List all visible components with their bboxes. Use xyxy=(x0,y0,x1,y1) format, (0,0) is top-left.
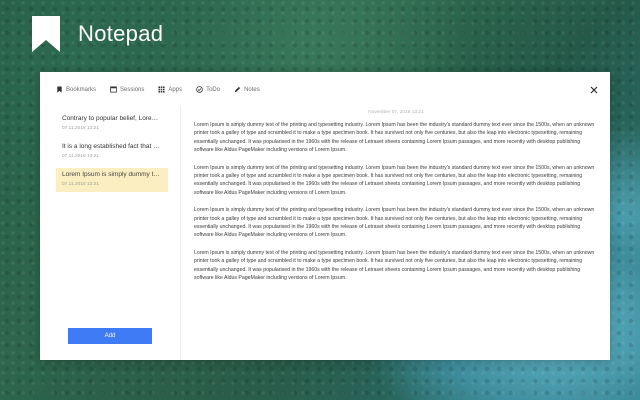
note-title: Lorem Ipsum is simply dummy text of the … xyxy=(62,171,162,178)
nav-notes[interactable]: Notes xyxy=(234,86,260,93)
close-button[interactable] xyxy=(590,86,600,96)
note-timestamp: November 07, 2018 13:21 xyxy=(368,110,424,115)
top-nav: Bookmarks Sessions Apps ToDo Notes xyxy=(56,86,274,93)
note-item-active[interactable]: Lorem Ipsum is simply dummy text of the … xyxy=(56,168,168,192)
nav-label: Bookmarks xyxy=(66,86,97,93)
note-paragraph: Lorem Ipsum is simply dummy text of the … xyxy=(194,164,595,196)
notepad-window: Bookmarks Sessions Apps ToDo Notes Contr… xyxy=(40,72,610,360)
note-paragraph: Lorem Ipsum is simply dummy text of the … xyxy=(194,249,595,282)
note-editor[interactable]: November 07, 2018 13:21 Lorem Ipsum is s… xyxy=(194,110,598,350)
note-item[interactable]: Contrary to popular belief, Lorem Ipsum … xyxy=(56,112,168,136)
note-title: Contrary to popular belief, Lorem Ipsum … xyxy=(62,115,162,122)
nav-label: Apps xyxy=(168,86,183,93)
nav-label: ToDo xyxy=(206,86,221,93)
note-date: 07.11.2018 13:21 xyxy=(62,126,99,131)
nav-bookmarks[interactable]: Bookmarks xyxy=(56,86,96,93)
note-date: 07.11.2018 13:21 xyxy=(62,154,99,159)
check-circle-icon xyxy=(196,86,203,93)
nav-label: Notes xyxy=(244,86,260,93)
nav-todo[interactable]: ToDo xyxy=(196,86,220,93)
add-note-button[interactable]: Add xyxy=(68,328,152,344)
note-item[interactable]: It is a long established fact that a rea… xyxy=(56,140,168,164)
close-icon xyxy=(590,86,598,94)
bookmark-logo-icon xyxy=(32,16,60,52)
pencil-icon xyxy=(234,86,241,93)
note-date: 07.11.2018 13:21 xyxy=(62,182,99,187)
app-title: Notepad xyxy=(78,21,164,46)
bookmark-icon xyxy=(57,86,62,93)
nav-apps[interactable]: Apps xyxy=(158,86,182,93)
notes-sidebar: Contrary to popular belief, Lorem Ipsum … xyxy=(40,106,181,360)
note-title: It is a long established fact that a rea… xyxy=(62,143,162,150)
nav-sessions[interactable]: Sessions xyxy=(110,86,144,93)
app-brand: Notepad xyxy=(28,14,163,54)
note-paragraph: Lorem Ipsum is simply dummy text of the … xyxy=(194,207,595,239)
window-icon xyxy=(110,86,117,93)
nav-label: Sessions xyxy=(120,86,145,93)
apps-grid-icon xyxy=(158,86,165,93)
note-paragraph: Lorem Ipsum is simply dummy text of the … xyxy=(194,122,595,154)
